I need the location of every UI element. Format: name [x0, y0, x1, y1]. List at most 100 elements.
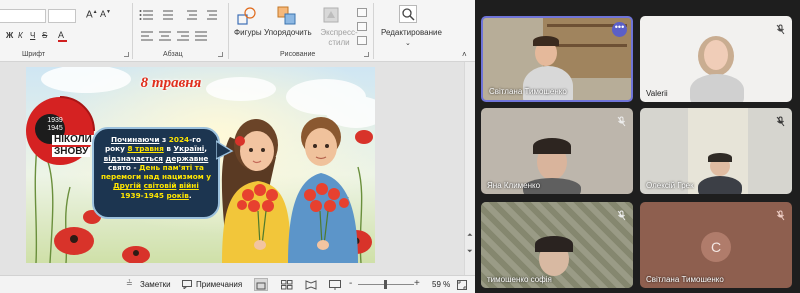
participant-tile-1[interactable]: Світлана Тимошенко ••• [481, 16, 633, 102]
shrink-font-icon[interactable]: A▼ [100, 9, 111, 19]
participant-body [698, 176, 742, 194]
font-dialog-launcher-icon[interactable] [124, 52, 129, 57]
font-size-box[interactable] [48, 9, 76, 23]
caption-segment: Україні [173, 144, 205, 154]
scroll-up-icon[interactable]: ⏶ [467, 232, 473, 240]
zoom-out-button[interactable]: - [349, 278, 352, 289]
strike-button[interactable]: S [42, 31, 47, 40]
caption-segment: , [204, 144, 208, 154]
caption-segment: 1939-1945 [120, 190, 167, 200]
participant-tile-6[interactable]: С Світлана Тимошенко [640, 202, 792, 288]
shelf-line [547, 44, 627, 47]
slide-canvas[interactable]: 8 травня 1939 1945 НІКОЛИ ЗНОВУ Починаюч… [26, 67, 375, 263]
participant-tile-4[interactable]: Олексій Грек [640, 108, 792, 194]
editing-button[interactable]: Редактирование [381, 28, 442, 37]
more-options-icon[interactable]: ••• [612, 22, 627, 37]
shape-fill-icon[interactable] [357, 8, 367, 17]
collapse-ribbon-icon[interactable]: ˄ [462, 50, 467, 59]
text-color-button[interactable]: А [58, 30, 67, 42]
shapes-icon[interactable] [237, 6, 257, 26]
italic-button[interactable]: К [18, 31, 23, 40]
font-name-box[interactable] [0, 9, 46, 23]
chevron-down-icon[interactable]: ⌄ [405, 39, 411, 47]
bold-button[interactable]: Ж [6, 31, 13, 40]
font-group-label: Шрифт [22, 51, 46, 58]
participant-name: тимошенко софія [487, 275, 552, 284]
fit-slide-icon[interactable] [457, 280, 467, 290]
participant-avatar: С [701, 232, 731, 262]
date-banner: 8 травня [140, 75, 202, 91]
list-buttons[interactable] [139, 8, 229, 22]
participant-hair [535, 236, 573, 252]
slide-sorter-icon[interactable] [281, 280, 293, 290]
text-color-letter: А [58, 30, 65, 40]
comments-button[interactable]: Примечания [196, 280, 242, 289]
shape-outline-icon[interactable] [357, 22, 367, 31]
bubble-tail [216, 140, 234, 160]
caption-segment: відзначається [103, 153, 163, 163]
group-divider [228, 3, 229, 59]
find-icon[interactable] [399, 5, 417, 23]
drawing-group-label: Рисование [280, 51, 316, 58]
underline-button[interactable]: Ч [30, 31, 35, 40]
caption-segment: років [166, 190, 189, 200]
mic-muted-icon [617, 116, 626, 127]
zoom-level[interactable]: 59 % [432, 280, 450, 289]
vertical-scrollbar[interactable]: ⏶ ⏷ [464, 62, 475, 275]
notes-button[interactable]: Заметки [140, 280, 171, 289]
normal-view-button[interactable] [254, 278, 268, 291]
logo-years: 1939 1945 [47, 117, 63, 132]
caption-segment: світовій [143, 181, 177, 191]
participant-hair [533, 138, 571, 154]
arrange-icon[interactable] [277, 6, 297, 26]
drawing-dialog-launcher-icon[interactable] [364, 52, 369, 57]
participant-body [523, 66, 573, 100]
caption-segment: з [159, 135, 169, 144]
participant-name: Valerii [646, 89, 668, 98]
scroll-down-icon[interactable]: ⏷ [467, 248, 473, 256]
participant-face [704, 40, 728, 70]
arrange-button[interactable]: Упорядочить [264, 28, 312, 37]
caption-segment: державне [165, 153, 209, 163]
notes-icon: ≟ [126, 279, 133, 288]
presentation-window: A▲ A▼ Ж К Ч S А Шрифт Абзац Фигуры Упоря… [0, 0, 475, 293]
mic-muted-icon [776, 24, 785, 35]
ribbon: A▲ A▼ Ж К Ч S А Шрифт Абзац Фигуры Упоря… [0, 0, 475, 62]
participant-hair [533, 36, 559, 46]
logo-wordmark: НІКОЛИ [52, 135, 94, 145]
quick-styles-button[interactable]: Экспресс-стили [316, 28, 362, 48]
participant-name: Яна Клименко [487, 181, 541, 190]
participant-name: Світлана Тимошенко [489, 87, 567, 96]
logo-line2: ЗНОВУ [52, 146, 91, 157]
caption-segment: Другій [113, 181, 142, 191]
zoom-slider-thumb[interactable] [384, 280, 387, 289]
shapes-button[interactable]: Фигуры [234, 28, 262, 37]
comments-icon [182, 280, 192, 289]
group-divider [373, 3, 374, 59]
caption-segment: війні [179, 181, 199, 191]
participant-tile-3[interactable]: Яна Клименко [481, 108, 633, 194]
caption-segment: 2024 [168, 135, 190, 144]
caption-segment: Починаючи [111, 135, 160, 144]
zoom-in-button[interactable]: + [414, 278, 420, 289]
quick-styles-icon[interactable] [322, 6, 342, 26]
grow-font-icon[interactable]: A▲ [86, 9, 98, 20]
alignment-buttons[interactable] [139, 29, 229, 43]
logo-line1: НІКОЛИ [54, 134, 92, 145]
caption-box: Починаючи з 2024-го року 8 травня в Укра… [92, 127, 220, 219]
slide-editing-area: 8 травня 1939 1945 НІКОЛИ ЗНОВУ Починаюч… [0, 62, 475, 275]
slideshow-icon[interactable] [329, 280, 341, 290]
caption-segment: . [188, 190, 192, 200]
participant-body [690, 74, 744, 102]
never-again-logo: 1939 1945 НІКОЛИ ЗНОВУ [26, 91, 100, 171]
caption-segment: 8 травня [127, 144, 164, 154]
paragraph-dialog-launcher-icon[interactable] [218, 52, 223, 57]
mic-muted-icon [776, 116, 785, 127]
caption-segment: свято - [108, 162, 140, 172]
mic-muted-icon [776, 210, 785, 221]
participant-hair [708, 153, 732, 162]
shape-effects-icon[interactable] [357, 36, 367, 45]
reading-view-icon[interactable] [305, 280, 317, 290]
participant-tile-2[interactable]: Valerii [640, 16, 792, 102]
participant-tile-5[interactable]: тимошенко софія [481, 202, 633, 288]
